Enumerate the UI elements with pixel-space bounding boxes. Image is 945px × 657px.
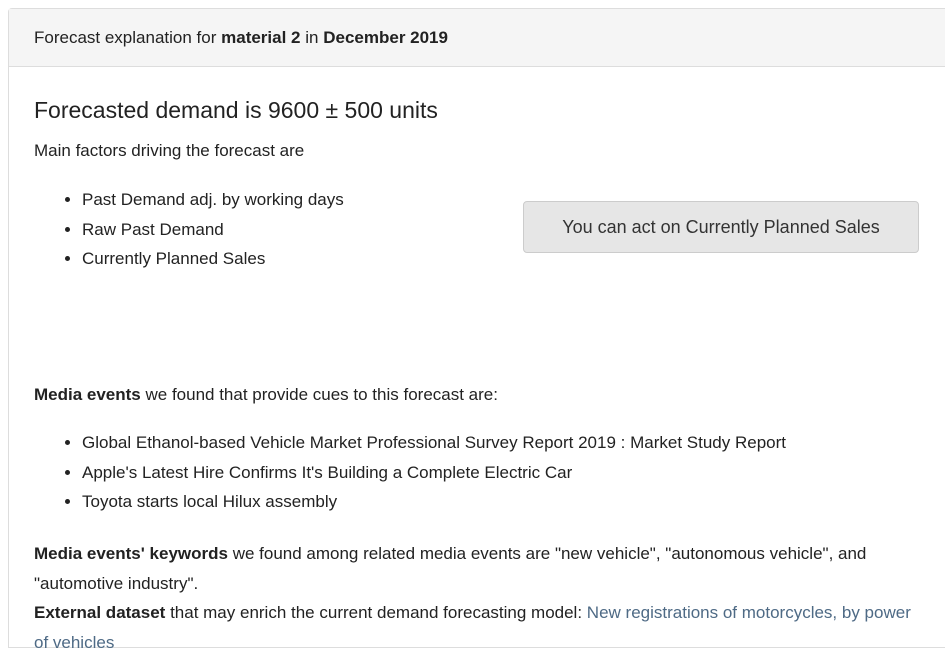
- factor-item: Raw Past Demand: [82, 215, 344, 245]
- factor-item: Currently Planned Sales: [82, 244, 344, 274]
- panel-heading: Forecast explanation for material 2 in D…: [9, 9, 945, 67]
- external-dataset-text: that may enrich the current demand forec…: [165, 603, 587, 622]
- keywords-and-dataset: Media events' keywords we found among re…: [34, 539, 914, 657]
- external-dataset-label: External dataset: [34, 603, 166, 622]
- forecast-headline: Forecasted demand is 9600 ± 500 units: [34, 97, 438, 123]
- factor-item: Past Demand adj. by working days: [82, 185, 344, 215]
- keywords-label: Media events' keywords: [34, 544, 228, 563]
- media-events-label: Media events: [34, 385, 141, 404]
- forecast-explanation-panel: Forecast explanation for material 2 in D…: [8, 8, 945, 652]
- heading-prefix: Forecast explanation for: [34, 28, 217, 47]
- heading-period: December 2019: [323, 28, 448, 47]
- act-on-planned-sales-button[interactable]: You can act on Currently Planned Sales: [523, 201, 919, 253]
- media-event-item: Global Ethanol-based Vehicle Market Prof…: [82, 428, 786, 458]
- media-event-item: Toyota starts local Hilux assembly: [82, 487, 786, 517]
- media-events-intro-text: we found that provide cues to this forec…: [140, 385, 498, 404]
- heading-connector: in: [305, 28, 319, 47]
- media-events-intro: Media events we found that provide cues …: [34, 383, 498, 407]
- heading-material: material 2: [221, 28, 301, 47]
- factors-intro: Main factors driving the forecast are: [34, 141, 305, 160]
- media-events-list: Global Ethanol-based Vehicle Market Prof…: [34, 428, 786, 517]
- media-event-item: Apple's Latest Hire Confirms It's Buildi…: [82, 458, 786, 488]
- factors-list: Past Demand adj. by working days Raw Pas…: [34, 185, 344, 274]
